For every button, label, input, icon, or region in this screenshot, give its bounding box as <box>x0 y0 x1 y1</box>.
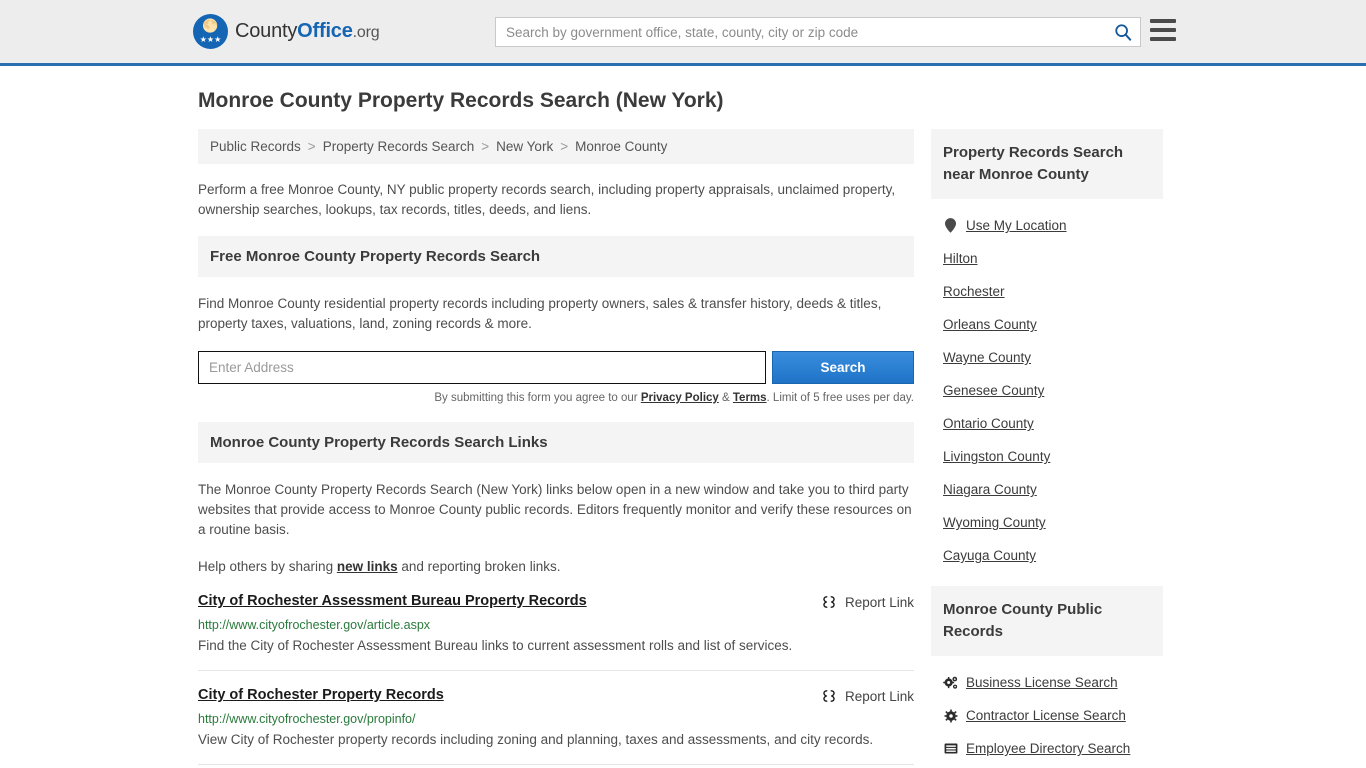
sidebar-nearby-list: Use My Location Hilton Rochester Orleans… <box>931 199 1163 572</box>
sidebar-item-wayne-county[interactable]: Wayne County <box>931 341 1163 374</box>
gear-icon <box>943 709 958 723</box>
sidebar-item-label[interactable]: Ontario County <box>943 416 1034 431</box>
content-columns: Public Records > Property Records Search… <box>198 129 1171 765</box>
help-suffix: and reporting broken links. <box>397 559 561 574</box>
privacy-policy-link[interactable]: Privacy Policy <box>641 392 719 404</box>
sidebar-nearby-heading: Property Records Search near Monroe Coun… <box>931 129 1163 199</box>
report-link-button[interactable]: Report Link <box>821 593 914 610</box>
id-card-icon <box>943 743 958 754</box>
result-item: City of Rochester Assessment Bureau Prop… <box>198 577 914 671</box>
main-column: Public Records > Property Records Search… <box>198 129 914 765</box>
sidebar-item-label[interactable]: Genesee County <box>943 383 1044 398</box>
sidebar-item-employee-directory-search[interactable]: Employee Directory Search <box>931 732 1163 765</box>
result-header: City of Rochester Property Records Repor… <box>198 687 914 704</box>
address-input[interactable] <box>198 351 766 384</box>
search-icon[interactable] <box>1106 18 1140 46</box>
result-title[interactable]: City of Rochester Assessment Bureau Prop… <box>198 593 587 609</box>
sidebar-item-orleans-county[interactable]: Orleans County <box>931 308 1163 341</box>
result-description: View City of Rochester property records … <box>198 732 874 747</box>
sidebar-item-wyoming-county[interactable]: Wyoming County <box>931 506 1163 539</box>
sidebar-item-rochester[interactable]: Rochester <box>931 275 1163 308</box>
report-link-label: Report Link <box>844 688 914 704</box>
breadcrumb-separator: > <box>481 139 490 154</box>
cogs-icon <box>943 676 958 690</box>
brand-org: .org <box>352 24 380 41</box>
map-pin-icon <box>943 218 958 233</box>
breadcrumb: Public Records > Property Records Search… <box>198 129 914 164</box>
disclaimer-prefix: By submitting this form you agree to our <box>434 392 641 404</box>
search-input[interactable] <box>496 18 1106 46</box>
report-link-label: Report Link <box>844 594 914 610</box>
broken-link-icon <box>821 594 837 610</box>
sidebar-public-records-block: Monroe County Public Records Business Li… <box>931 586 1163 765</box>
site-logo[interactable]: 🌕 ★★★ CountyOffice.org <box>193 14 380 49</box>
sidebar-item-contractor-license-search[interactable]: Contractor License Search <box>931 699 1163 732</box>
sidebar-item-label[interactable]: Employee Directory Search <box>966 741 1130 756</box>
help-prefix: Help others by sharing <box>198 559 337 574</box>
report-link-button[interactable]: Report Link <box>821 687 914 704</box>
sidebar-item-label[interactable]: Livingston County <box>943 449 1050 464</box>
sidebar-item-label[interactable]: Orleans County <box>943 317 1037 332</box>
sidebar-item-label[interactable]: Wayne County <box>943 350 1031 365</box>
brand-county: County <box>235 20 298 42</box>
sidebar-item-business-license-search[interactable]: Business License Search <box>931 666 1163 699</box>
sidebar-item-genesee-county[interactable]: Genesee County <box>931 374 1163 407</box>
breadcrumb-item-0[interactable]: Public Records <box>210 139 301 154</box>
result-description: Find the City of Rochester Assessment Bu… <box>198 638 793 653</box>
result-url: http://www.cityofrochester.gov/propinfo/ <box>198 712 416 726</box>
address-search-form: Search <box>198 351 914 384</box>
hamburger-menu-icon[interactable] <box>1150 19 1176 41</box>
sidebar-item-label[interactable]: Cayuga County <box>943 548 1036 563</box>
sidebar-nearby-block: Property Records Search near Monroe Coun… <box>931 129 1163 572</box>
form-disclaimer: By submitting this form you agree to our… <box>198 392 914 404</box>
free-search-heading: Free Monroe County Property Records Sear… <box>198 236 914 277</box>
links-section-heading: Monroe County Property Records Search Li… <box>198 422 914 463</box>
breadcrumb-item-3[interactable]: Monroe County <box>575 139 667 154</box>
page-title: Monroe County Property Records Search (N… <box>198 89 724 112</box>
sidebar-item-niagara-county[interactable]: Niagara County <box>931 473 1163 506</box>
sidebar-public-records-list: Business License Search Contractor Licen… <box>931 656 1163 765</box>
disclaimer-suffix: . Limit of 5 free uses per day. <box>766 392 914 404</box>
free-search-description: Find Monroe County residential property … <box>198 296 882 331</box>
terms-link[interactable]: Terms <box>733 392 767 404</box>
sidebar-item-label[interactable]: Niagara County <box>943 482 1037 497</box>
sidebar-item-hilton[interactable]: Hilton <box>931 242 1163 275</box>
breadcrumb-item-2[interactable]: New York <box>496 139 553 154</box>
sidebar-item-livingston-county[interactable]: Livingston County <box>931 440 1163 473</box>
breadcrumb-item-1[interactable]: Property Records Search <box>323 139 475 154</box>
new-links-link[interactable]: new links <box>337 559 398 574</box>
sidebar-item-label[interactable]: Wyoming County <box>943 515 1046 530</box>
sidebar: Property Records Search near Monroe Coun… <box>931 129 1163 765</box>
links-section-paragraph: The Monroe County Property Records Searc… <box>198 482 912 537</box>
sidebar-item-label[interactable]: Rochester <box>943 284 1005 299</box>
page-description: Perform a free Monroe County, NY public … <box>198 182 896 217</box>
sidebar-item-use-my-location[interactable]: Use My Location <box>931 209 1163 242</box>
sidebar-item-label[interactable]: Use My Location <box>966 218 1067 233</box>
broken-link-icon <box>821 688 837 704</box>
sidebar-item-label[interactable]: Contractor License Search <box>966 708 1126 723</box>
result-url: http://www.cityofrochester.gov/article.a… <box>198 618 431 632</box>
links-section-body: The Monroe County Property Records Searc… <box>198 463 914 577</box>
links-section-help: Help others by sharing new links and rep… <box>198 557 914 577</box>
breadcrumb-separator: > <box>560 139 569 154</box>
result-header: City of Rochester Assessment Bureau Prop… <box>198 593 914 610</box>
sidebar-item-ontario-county[interactable]: Ontario County <box>931 407 1163 440</box>
disclaimer-amp: & <box>718 392 733 404</box>
global-search <box>495 17 1141 47</box>
result-item: City of Rochester Property Records Repor… <box>198 671 914 765</box>
brand-wordmark: CountyOffice.org <box>235 20 380 43</box>
brand-office: Office <box>297 20 353 42</box>
search-button[interactable]: Search <box>772 351 914 384</box>
sidebar-item-label[interactable]: Business License Search <box>966 675 1118 690</box>
sidebar-public-records-heading: Monroe County Public Records <box>931 586 1163 656</box>
result-title[interactable]: City of Rochester Property Records <box>198 687 444 703</box>
sidebar-item-cayuga-county[interactable]: Cayuga County <box>931 539 1163 572</box>
page-container: Monroe County Property Records Search (N… <box>0 89 1366 765</box>
site-header: 🌕 ★★★ CountyOffice.org <box>0 0 1366 66</box>
eagle-seal-icon: 🌕 ★★★ <box>193 14 228 49</box>
sidebar-item-label[interactable]: Hilton <box>943 251 978 266</box>
breadcrumb-separator: > <box>307 139 316 154</box>
